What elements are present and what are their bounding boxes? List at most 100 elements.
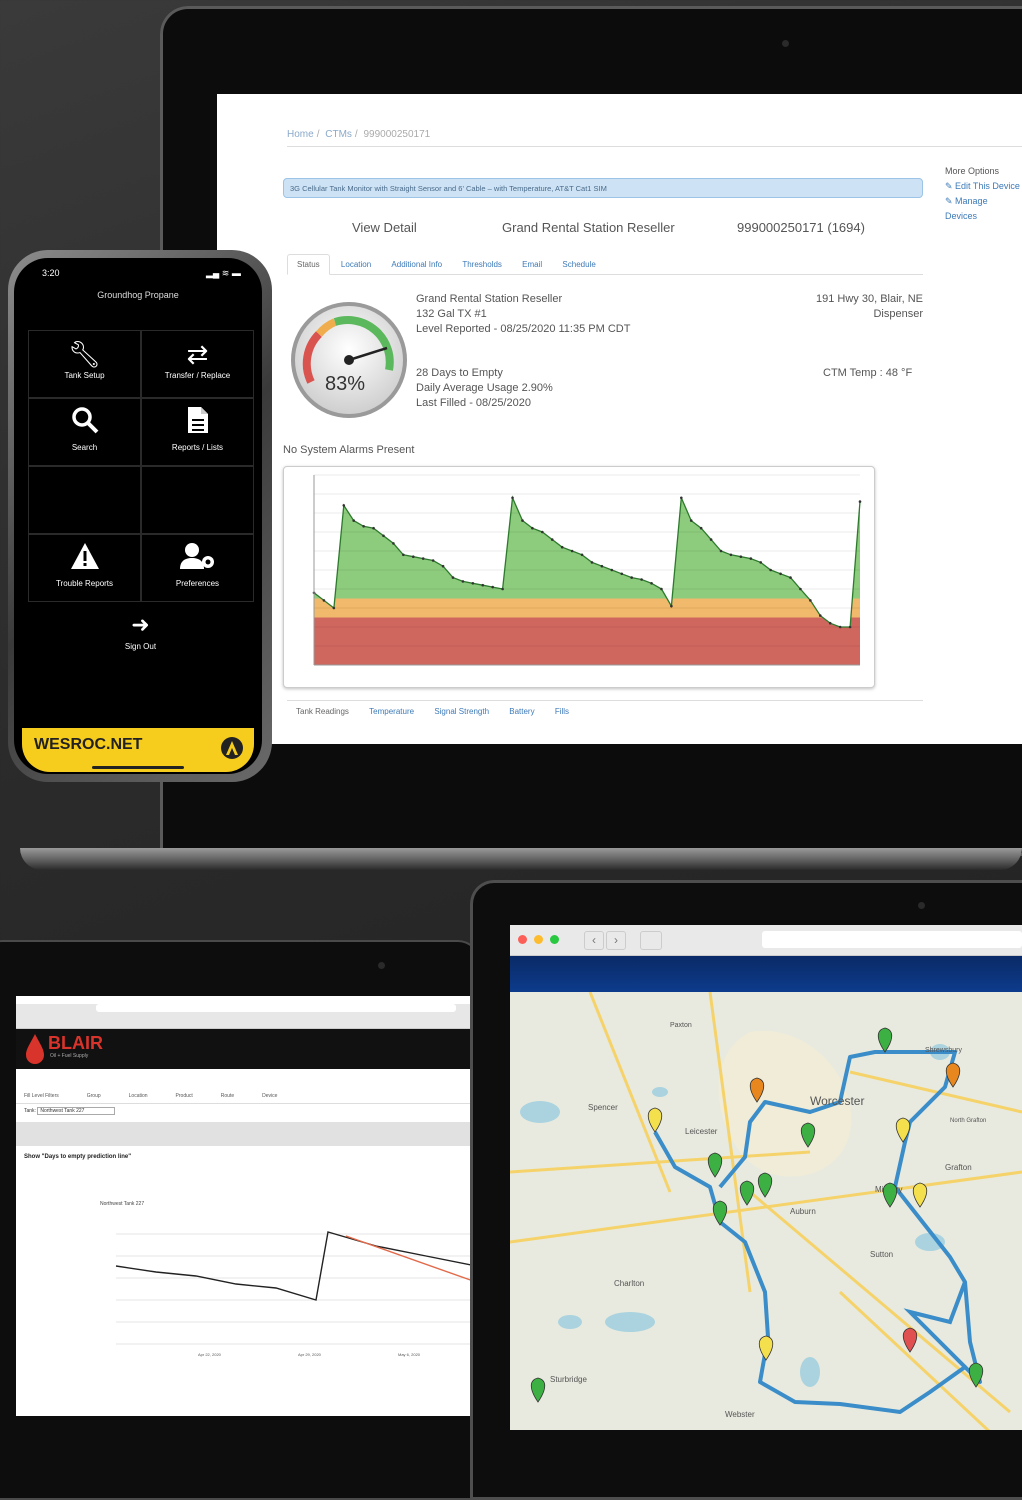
data-point (471, 582, 475, 585)
tab-tank-readings[interactable]: Tank Readings (287, 705, 358, 718)
close-dot[interactable] (518, 935, 527, 944)
maximize-dot[interactable] (550, 935, 559, 944)
blair-logo-sub: Oil + Fuel Supply (50, 1053, 89, 1059)
breadcrumb-ctms[interactable]: CTMs (325, 129, 352, 140)
document-icon (142, 405, 253, 443)
wrench-icon: 🔧︎ (67, 339, 101, 369)
empty-tile (28, 466, 141, 534)
brand-name: WESROC.NET (34, 736, 143, 753)
filter-location[interactable]: Location (129, 1093, 148, 1099)
data-point (858, 500, 862, 503)
data-point (620, 572, 624, 576)
edit-device-link[interactable]: ✎ Edit This Device (945, 179, 1022, 194)
water-body (520, 1101, 560, 1123)
transfer-icon: ⇄ (186, 339, 209, 369)
browser-bar (16, 1004, 476, 1029)
place-label: Sutton (870, 1250, 893, 1259)
route-map[interactable]: Worcester Leicester Spencer Auburn Charlton S… (510, 992, 1022, 1430)
data-point (630, 576, 633, 579)
url-field[interactable] (762, 931, 1022, 948)
tab-battery[interactable]: Battery (500, 705, 543, 718)
filter-group[interactable]: Group (87, 1093, 101, 1099)
warning-icon (29, 541, 140, 579)
data-point (650, 582, 653, 585)
route-map-screen: ‹ › Worcester Leicester Spencer Auburn Charl… (510, 925, 1022, 1430)
place-label: North Grafton (950, 1118, 986, 1124)
data-point (600, 564, 604, 568)
sidebar-toggle-icon[interactable] (640, 931, 662, 950)
data-point (382, 534, 385, 538)
place-label: Webster (725, 1410, 755, 1419)
data-point (709, 538, 713, 541)
forward-button[interactable]: › (606, 931, 626, 950)
data-point (362, 525, 365, 528)
data-point (392, 542, 395, 545)
tab-status[interactable]: Status (287, 254, 330, 275)
tank-select[interactable]: Tank: Northwest Tank 227 (16, 1104, 476, 1118)
place-label: Sturbridge (550, 1375, 587, 1384)
data-point (461, 580, 465, 583)
gauge-value: 83% (325, 373, 365, 395)
breadcrumb-home[interactable]: Home (287, 129, 314, 140)
device-info: Grand Rental Station Reseller 132 Gal TX… (416, 292, 630, 337)
data-point (769, 568, 772, 572)
app-title: Groundhog Propane (97, 290, 179, 300)
place-label: Auburn (790, 1207, 816, 1216)
level-chart-svg (312, 474, 862, 666)
data-point (670, 604, 673, 608)
data-point (729, 553, 733, 557)
preferences-tile[interactable]: Preferences (141, 534, 254, 602)
filter-levels[interactable]: Fill Level Filters (24, 1093, 59, 1099)
camera-icon (918, 902, 925, 909)
place-label: Charlton (614, 1279, 644, 1288)
tab-schedule[interactable]: Schedule (553, 255, 604, 274)
search-tile[interactable]: Search (28, 398, 141, 466)
filter-device[interactable]: Device (262, 1093, 277, 1099)
tab-thresholds[interactable]: Thresholds (453, 255, 511, 274)
threshold-band (314, 617, 860, 665)
device-id: 999000250171 (1694) (737, 220, 865, 235)
tab-temperature[interactable]: Temperature (360, 705, 423, 718)
breadcrumb-device: 999000250171 (363, 129, 431, 140)
filter-product[interactable]: Product (176, 1093, 193, 1099)
back-button[interactable]: ‹ (584, 931, 604, 950)
filter-route[interactable]: Route (221, 1093, 234, 1099)
manage-devices-link[interactable]: ✎ Manage Devices (945, 194, 1022, 224)
tank-setup-tile[interactable]: 🔧︎ Tank Setup (28, 330, 141, 398)
tab-additional-info[interactable]: Additional Info (382, 255, 451, 274)
sign-out-tile[interactable]: ➜ Sign Out (84, 602, 197, 670)
home-indicator (92, 766, 184, 769)
view-detail-title: View Detail (352, 220, 417, 235)
tab-location[interactable]: Location (332, 255, 380, 274)
place-label: Grafton (945, 1163, 972, 1172)
brand-footer: WESROC.NET (22, 728, 254, 772)
tab-signal-strength[interactable]: Signal Strength (425, 705, 498, 718)
trouble-reports-tile[interactable]: Trouble Reports (28, 534, 141, 602)
data-point (550, 538, 554, 541)
minimize-dot[interactable] (534, 935, 543, 944)
camera-icon (378, 962, 385, 969)
phone-time: 3:20 (42, 268, 60, 278)
summary-strip (16, 1122, 476, 1146)
data-point (481, 583, 485, 587)
filter-bar: Fill Level Filters Group Location Produc… (16, 1089, 476, 1104)
main-laptop-base (20, 848, 1022, 870)
daily-usage: Daily Average Usage 2.90% (416, 382, 553, 394)
info-capacity: 132 Gal TX #1 (416, 308, 487, 320)
tab-email[interactable]: Email (513, 255, 551, 274)
app-header-bar (510, 956, 1022, 992)
data-point (342, 504, 346, 507)
data-point (451, 576, 455, 579)
reports-lists-tile[interactable]: Reports / Lists (141, 398, 254, 466)
drop-logo-icon (26, 1034, 44, 1064)
transfer-replace-tile[interactable]: ⇄ Transfer / Replace (141, 330, 254, 398)
data-point (660, 587, 663, 591)
address-bar[interactable] (96, 1004, 456, 1012)
ctm-temp: CTM Temp : 48 °F (823, 367, 913, 379)
data-point (838, 625, 842, 629)
prediction-toggle[interactable]: Show "Days to empty prediction line" (16, 1150, 476, 1164)
place-label: Shrewsbury (925, 1047, 962, 1054)
tab-fills[interactable]: Fills (546, 705, 578, 718)
brand-logo-icon (221, 737, 243, 759)
alarm-status: No System Alarms Present (283, 444, 415, 456)
